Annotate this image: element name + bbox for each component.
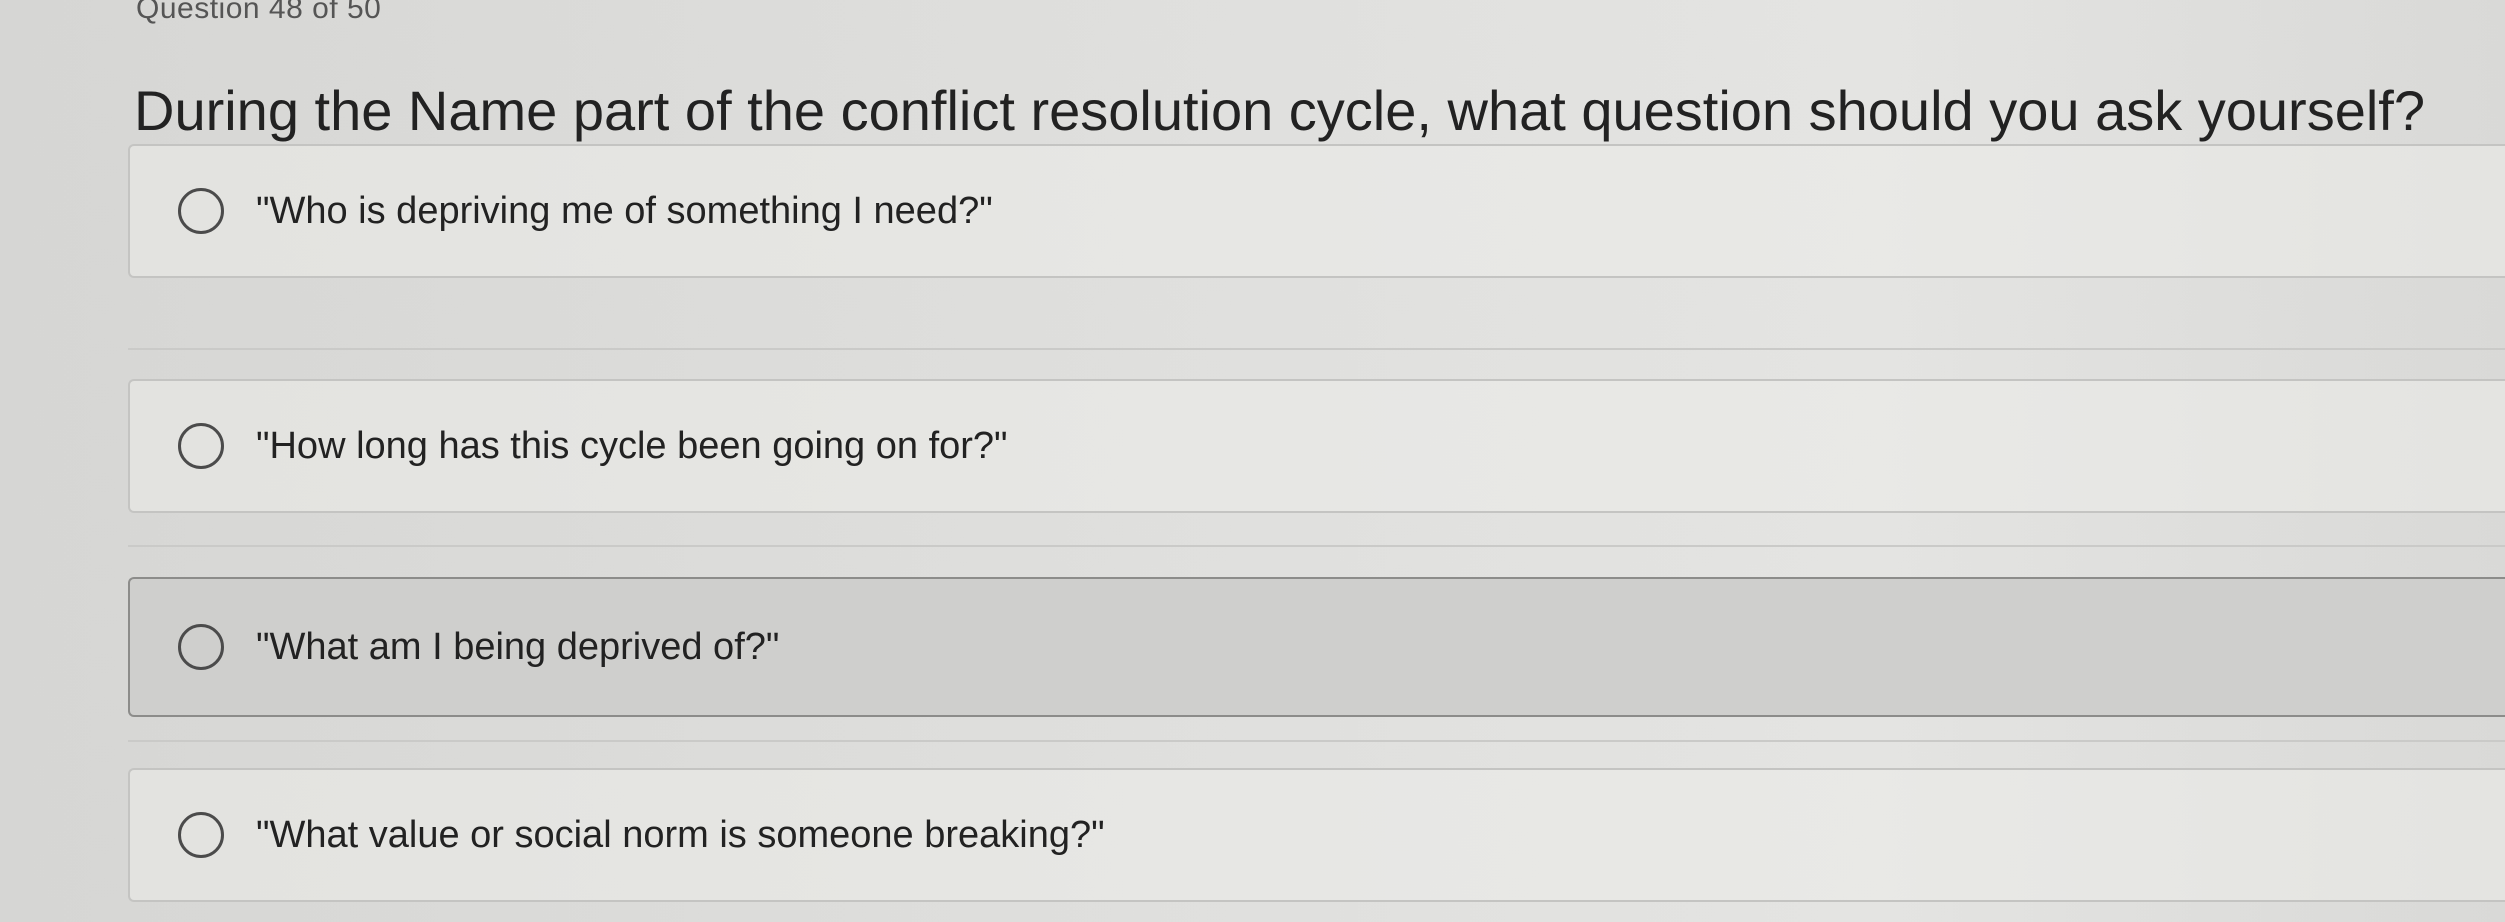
option-divider	[128, 348, 2505, 350]
radio-button[interactable]	[178, 624, 224, 670]
option-divider	[128, 545, 2505, 547]
radio-button[interactable]	[178, 188, 224, 234]
answer-option-label: "What value or social norm is someone br…	[256, 813, 1105, 856]
answer-option-label: "Who is depriving me of something I need…	[256, 189, 993, 232]
answer-option-2[interactable]: "How long has this cycle been going on f…	[128, 379, 2505, 513]
question-text: During the Name part of the conflict res…	[134, 79, 2425, 142]
radio-button[interactable]	[178, 423, 224, 469]
answer-option-3[interactable]: "What am I being deprived of?"	[128, 577, 2505, 717]
radio-button[interactable]	[178, 812, 224, 858]
answer-option-4[interactable]: "What value or social norm is someone br…	[128, 768, 2505, 902]
answer-option-1[interactable]: "Who is depriving me of something I need…	[128, 144, 2505, 278]
option-divider	[128, 740, 2505, 742]
question-counter: Question 48 of 50	[136, 0, 382, 25]
answer-option-label: "What am I being deprived of?"	[256, 625, 780, 668]
answer-option-label: "How long has this cycle been going on f…	[256, 424, 1008, 467]
